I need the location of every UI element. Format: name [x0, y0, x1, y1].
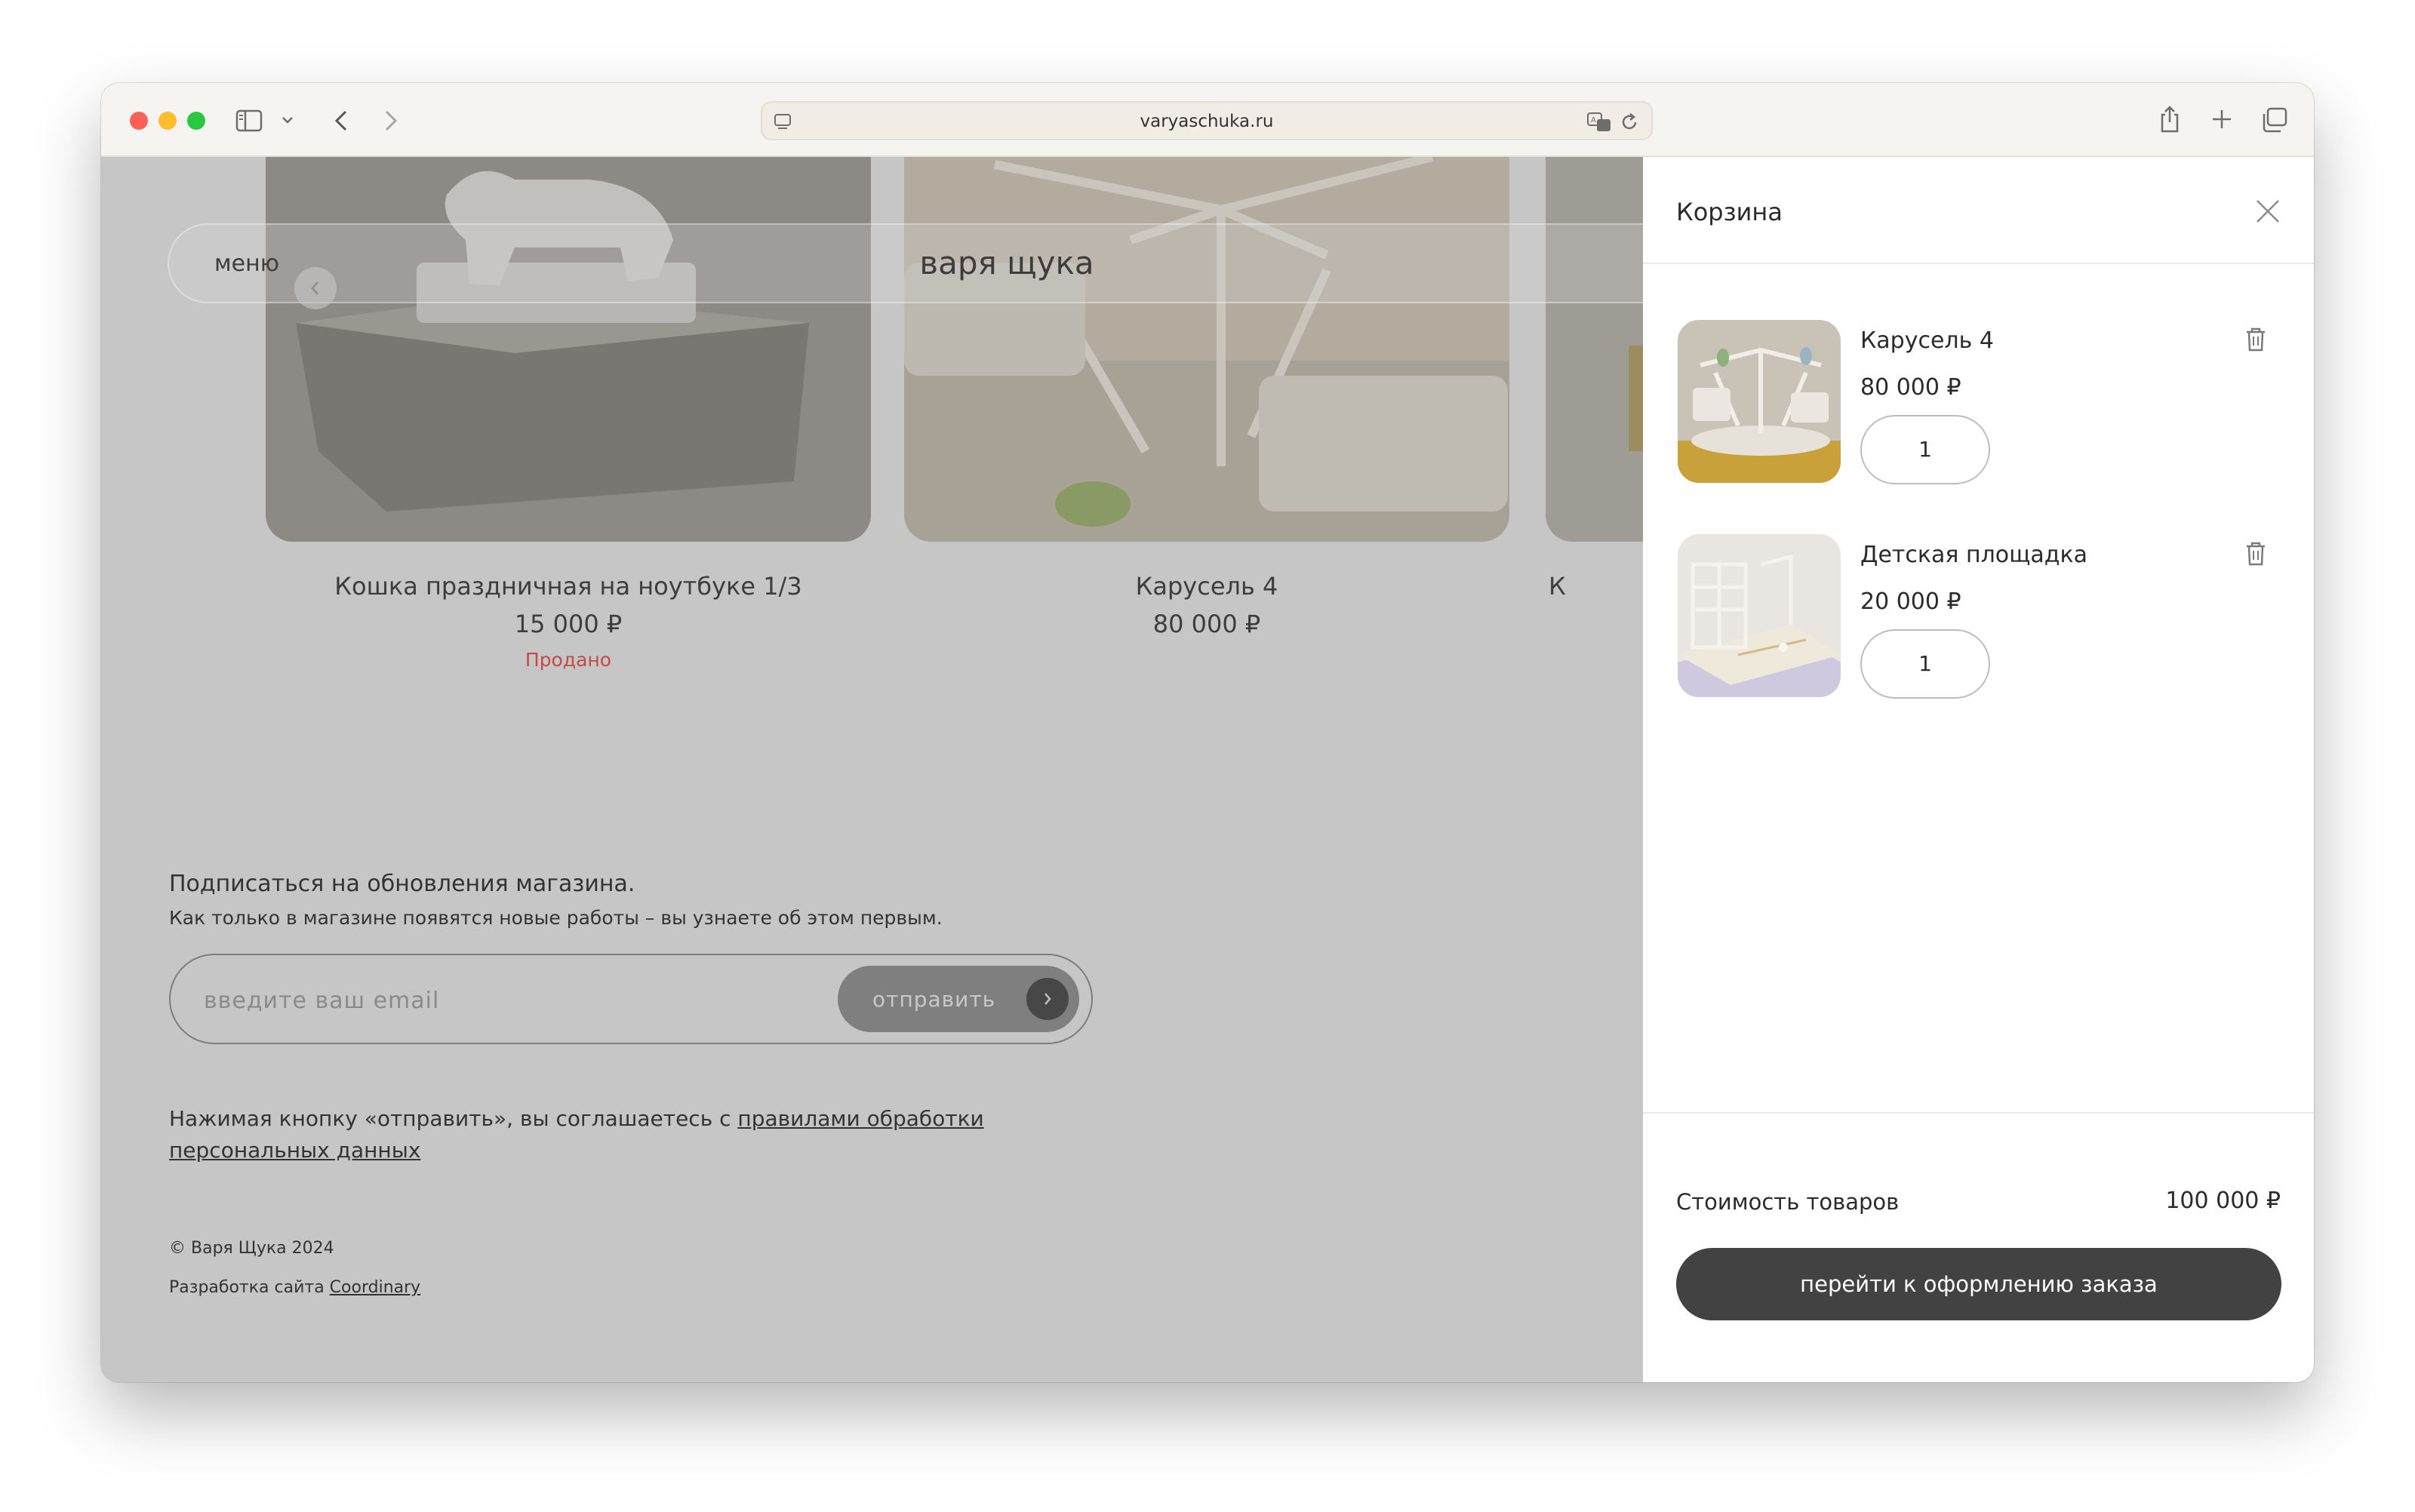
- site-logo[interactable]: варя щука: [780, 244, 1233, 281]
- reload-icon[interactable]: [1620, 112, 1639, 136]
- cart-item-price: 20 000 ₽: [1860, 589, 1961, 615]
- browser-window: varyaschuka.ru A Кошка праздничная на но…: [101, 83, 2314, 1382]
- subscribe-form: отправить: [169, 954, 1093, 1044]
- tabs-overview-icon[interactable]: [2260, 106, 2290, 134]
- cart-item-name: Карусель 4: [1860, 327, 1994, 354]
- minimize-window-button[interactable]: [158, 112, 177, 130]
- zoom-window-button[interactable]: [187, 112, 205, 130]
- product-image-third[interactable]: [1546, 157, 1643, 542]
- divider: [1643, 1112, 2314, 1114]
- new-tab-icon[interactable]: [2208, 106, 2235, 133]
- divider: [1643, 263, 2314, 264]
- cart-panel: Корзина Карусель 4 80 000 ₽ 1 Детская пл…: [1643, 157, 2314, 1382]
- email-input[interactable]: [204, 982, 808, 1019]
- consent-text: Нажимая кнопку «отправить», вы соглашает…: [169, 1103, 1075, 1166]
- trash-icon[interactable]: [2244, 326, 2268, 353]
- share-icon[interactable]: [2157, 103, 2183, 136]
- cart-item-price: 80 000 ₽: [1860, 374, 1961, 401]
- total-value: 100 000 ₽: [2165, 1188, 2281, 1214]
- product-image-cat[interactable]: [266, 157, 871, 542]
- product-price: 80 000 ₽: [1152, 610, 1261, 638]
- cart-item-name: Детская площадка: [1860, 542, 2087, 568]
- cart-item-image[interactable]: [1678, 320, 1841, 483]
- sold-badge: Продано: [525, 649, 612, 671]
- consent-prefix: Нажимая кнопку «отправить», вы соглашает…: [169, 1106, 738, 1131]
- subscribe-text: Как только в магазине появятся новые раб…: [169, 907, 943, 929]
- product-image-carousel[interactable]: [904, 157, 1509, 542]
- trash-icon[interactable]: [2244, 540, 2268, 567]
- product-title[interactable]: Кошка праздничная на ноутбуке 1/3: [266, 572, 871, 601]
- checkout-button[interactable]: перейти к оформлению заказа: [1676, 1248, 2281, 1320]
- quantity-field[interactable]: 1: [1860, 629, 1990, 699]
- product-title[interactable]: К: [1549, 572, 1579, 601]
- developer-link[interactable]: Coordinary: [330, 1278, 421, 1297]
- browser-toolbar: varyaschuka.ru A: [101, 83, 2314, 157]
- svg-text:A: A: [1591, 116, 1596, 124]
- developer-credit: Разработка сайта Coordinary: [169, 1278, 420, 1297]
- sidebar-icon[interactable]: [234, 107, 264, 134]
- send-button[interactable]: отправить: [838, 966, 1079, 1032]
- product-price: 15 000 ₽: [514, 610, 623, 638]
- menu-button[interactable]: меню: [214, 250, 279, 277]
- arrow-right-icon: [1026, 978, 1069, 1020]
- copyright: © Варя Щука 2024: [169, 1239, 334, 1258]
- cart-item-image[interactable]: [1678, 534, 1841, 697]
- product-title[interactable]: Карусель 4: [904, 572, 1509, 601]
- total-label: Стоимость товаров: [1676, 1189, 1900, 1215]
- forward-icon[interactable]: [377, 106, 405, 136]
- close-window-button[interactable]: [130, 112, 148, 130]
- developer-prefix: Разработка сайта: [169, 1278, 330, 1297]
- chevron-down-icon[interactable]: [279, 112, 296, 128]
- address-bar[interactable]: varyaschuka.ru A: [761, 101, 1653, 140]
- shop-page: Кошка праздничная на ноутбуке 1/3 15 000…: [101, 157, 1643, 1382]
- url-text: varyaschuka.ru: [1140, 112, 1274, 131]
- cart-title: Корзина: [1676, 198, 1783, 226]
- carousel-prev-button[interactable]: [294, 267, 337, 309]
- chevron-left-icon: [311, 281, 318, 295]
- subscribe-title: Подписаться на обновления магазина.: [169, 871, 635, 897]
- back-icon[interactable]: [328, 106, 355, 136]
- close-icon[interactable]: [2253, 196, 2283, 226]
- send-button-label: отправить: [872, 986, 996, 1012]
- quantity-field[interactable]: 1: [1860, 415, 1990, 484]
- translate-icon[interactable]: A: [1586, 112, 1612, 136]
